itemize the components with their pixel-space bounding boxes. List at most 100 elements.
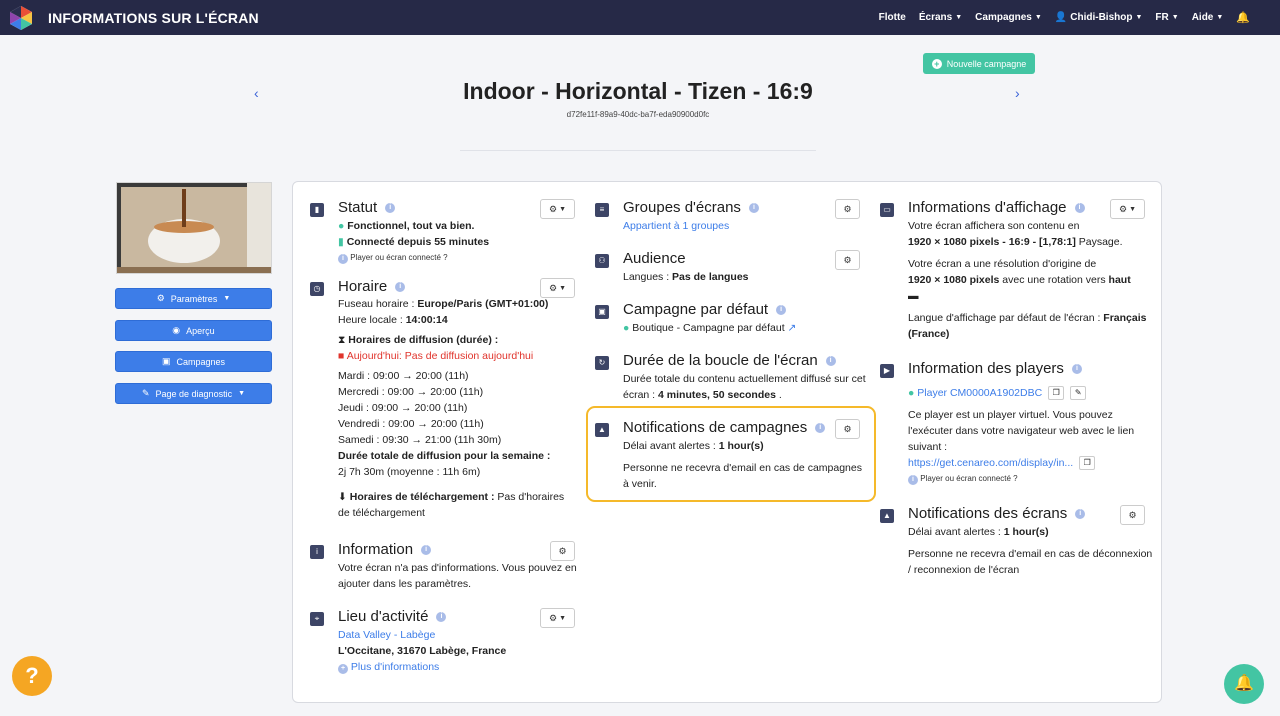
info-icon[interactable]: i <box>825 355 836 366</box>
location-link[interactable]: Data Valley - Labège <box>338 627 506 643</box>
wrench-icon[interactable]: ✎ <box>1070 386 1087 401</box>
info-icon[interactable]: i <box>421 544 432 555</box>
notif-ecrans-gear-button[interactable]: ⚙ <box>1120 505 1145 525</box>
info-icon[interactable]: i <box>776 304 787 315</box>
user-icon: 👤 <box>1054 12 1068 23</box>
gear-icon: ⚙ <box>548 282 558 293</box>
info-icon[interactable]: i <box>748 202 759 213</box>
info-icon[interactable]: i <box>815 422 826 433</box>
nav-aide[interactable]: Aide ▼ <box>1192 11 1224 24</box>
app-title: INFORMATIONS SUR L'ÉCRAN <box>48 10 259 26</box>
gear-icon: ⚙ <box>558 545 567 556</box>
chevron-down-icon: ▼ <box>559 284 566 292</box>
gear-icon: ⚙ <box>548 612 558 623</box>
external-link-icon[interactable]: ↗ <box>788 322 797 334</box>
section-title: Statut <box>338 199 378 216</box>
page-title: Indoor - Horizontal - Tizen - 16:9 <box>463 78 813 104</box>
download-icon: ⬇ <box>338 491 347 503</box>
divider <box>460 150 816 151</box>
schedule-day: Samedi : 09:30 → 21:00 (11h 30m) <box>338 434 502 446</box>
diagnostic-button[interactable]: ✎ Page de diagnostic ▼ <box>115 383 272 404</box>
preview-button[interactable]: ◉ Aperçu <box>115 320 272 341</box>
player-connected-link[interactable]: Player ou écran connecté ? <box>350 253 447 262</box>
chevron-down-icon: ▼ <box>1216 14 1224 21</box>
info-icon[interactable]: i <box>1074 202 1085 213</box>
monitor-icon: ▭ <box>880 203 894 217</box>
settings-button[interactable]: ⚙ Paramètres ▼ <box>115 288 272 309</box>
info-icon[interactable]: i <box>1075 508 1086 519</box>
schedule-day: Jeudi : 09:00 → 20:00 (11h) <box>338 402 468 414</box>
info-circle-icon: i <box>310 545 324 559</box>
schedule-day: Mercredi : 09:00 → 20:00 (11h) <box>338 386 484 398</box>
affichage-gear-button[interactable]: ⚙ ▼ <box>1110 199 1145 219</box>
bell-icon: ▲ <box>595 423 609 437</box>
chevron-down-icon: ▼ <box>223 295 231 302</box>
player-link[interactable]: Player CM0000A1902DBC <box>917 387 1042 399</box>
screen-thumbnail <box>116 182 272 274</box>
gear-icon: ⚙ <box>1118 203 1128 214</box>
layers-icon: ≡ <box>595 203 609 217</box>
nav-campagnes[interactable]: Campagnes ▼ <box>975 11 1042 24</box>
nav-flotte[interactable]: Flotte <box>879 11 906 24</box>
info-icon: i <box>908 475 918 485</box>
info-icon: i <box>338 254 348 264</box>
notif-campagnes-gear-button[interactable]: ⚙ <box>835 419 860 439</box>
groups-link[interactable]: Appartient à 1 groupes <box>623 218 729 234</box>
player-connected-link[interactable]: Player ou écran connecté ? <box>920 474 1017 483</box>
monitor-orientation-icon: ▬ <box>908 290 919 302</box>
statut-gear-button[interactable]: ⚙ ▼ <box>540 199 575 219</box>
info-icon[interactable]: i <box>385 202 396 213</box>
nav-language[interactable]: FR ▼ <box>1155 11 1178 24</box>
horaire-gear-button[interactable]: ⚙ ▼ <box>540 278 575 298</box>
lieu-gear-button[interactable]: ⚙ ▼ <box>540 608 575 628</box>
groupes-gear-button[interactable]: ⚙ <box>835 199 860 219</box>
gear-icon: ⚙ <box>156 293 165 303</box>
schedule-day: Vendredi : 09:00 → 20:00 (11h) <box>338 418 484 430</box>
nav-user[interactable]: 👤 Chidi-Bishop ▼ <box>1055 11 1143 24</box>
info-icon[interactable]: i <box>395 281 406 292</box>
eye-icon: ◉ <box>172 325 181 335</box>
schedule-day: Mardi : 09:00 → 20:00 (11h) <box>338 370 469 382</box>
logo-icon[interactable] <box>8 5 34 31</box>
help-icon[interactable]: ? <box>12 656 52 696</box>
bell-icon[interactable]: 🔔 <box>1236 11 1250 24</box>
gear-icon: ⚙ <box>843 423 852 434</box>
chevron-down-icon: ▼ <box>1171 14 1179 21</box>
chevron-down-icon: ▼ <box>238 390 246 397</box>
screen-id: d72fe11f-89a9-40dc-ba7f-eda90900d0fc <box>566 110 710 119</box>
gear-icon: ⚙ <box>548 203 558 214</box>
copy-icon[interactable]: ❐ <box>1079 456 1096 471</box>
film-icon: ▣ <box>161 356 171 366</box>
check-icon: ● <box>623 322 630 334</box>
play-icon: ▶ <box>880 364 894 378</box>
signal-bars-icon: ▮ <box>338 236 344 248</box>
status-dot-icon: ● <box>908 387 915 399</box>
hourglass-icon: ⧗ <box>338 334 346 346</box>
copy-icon[interactable]: ❐ <box>1048 386 1065 401</box>
gear-icon: ⚙ <box>843 254 852 265</box>
chevron-down-icon: ▼ <box>1129 205 1136 213</box>
gear-icon: ⚙ <box>843 203 852 214</box>
new-campaign-button[interactable]: + Nouvelle campagne <box>923 53 1035 74</box>
location-icon: ⌖ <box>310 612 324 626</box>
notification-bell-icon[interactable]: 🔔 <box>1224 664 1264 704</box>
plus-icon: + <box>931 58 942 69</box>
top-bar: INFORMATIONS SUR L'ÉCRAN Flotte Écrans ▼ … <box>0 0 1280 35</box>
info-icon[interactable]: i <box>436 611 447 622</box>
chevron-down-icon: ▼ <box>955 14 963 21</box>
plus-icon: + <box>338 664 348 674</box>
gear-icon: ⚙ <box>1128 509 1137 520</box>
campaign-icon: ▣ <box>595 305 609 319</box>
campaigns-button[interactable]: ▣ Campagnes <box>115 351 272 372</box>
audience-icon: ⚇ <box>595 254 609 268</box>
loop-icon: ↻ <box>595 356 609 370</box>
nav-ecrans[interactable]: Écrans ▼ <box>919 11 962 24</box>
check-icon: ● <box>338 220 345 232</box>
more-info-link[interactable]: + Plus d'informations <box>338 659 506 675</box>
clock-icon: ◷ <box>310 282 324 296</box>
information-gear-button[interactable]: ⚙ <box>550 541 575 561</box>
info-icon[interactable]: i <box>1071 363 1082 374</box>
player-url-link[interactable]: https://get.cenareo.com/display/in... <box>908 457 1073 469</box>
chevron-down-icon: ▼ <box>559 614 566 622</box>
audience-gear-button[interactable]: ⚙ <box>835 250 860 270</box>
